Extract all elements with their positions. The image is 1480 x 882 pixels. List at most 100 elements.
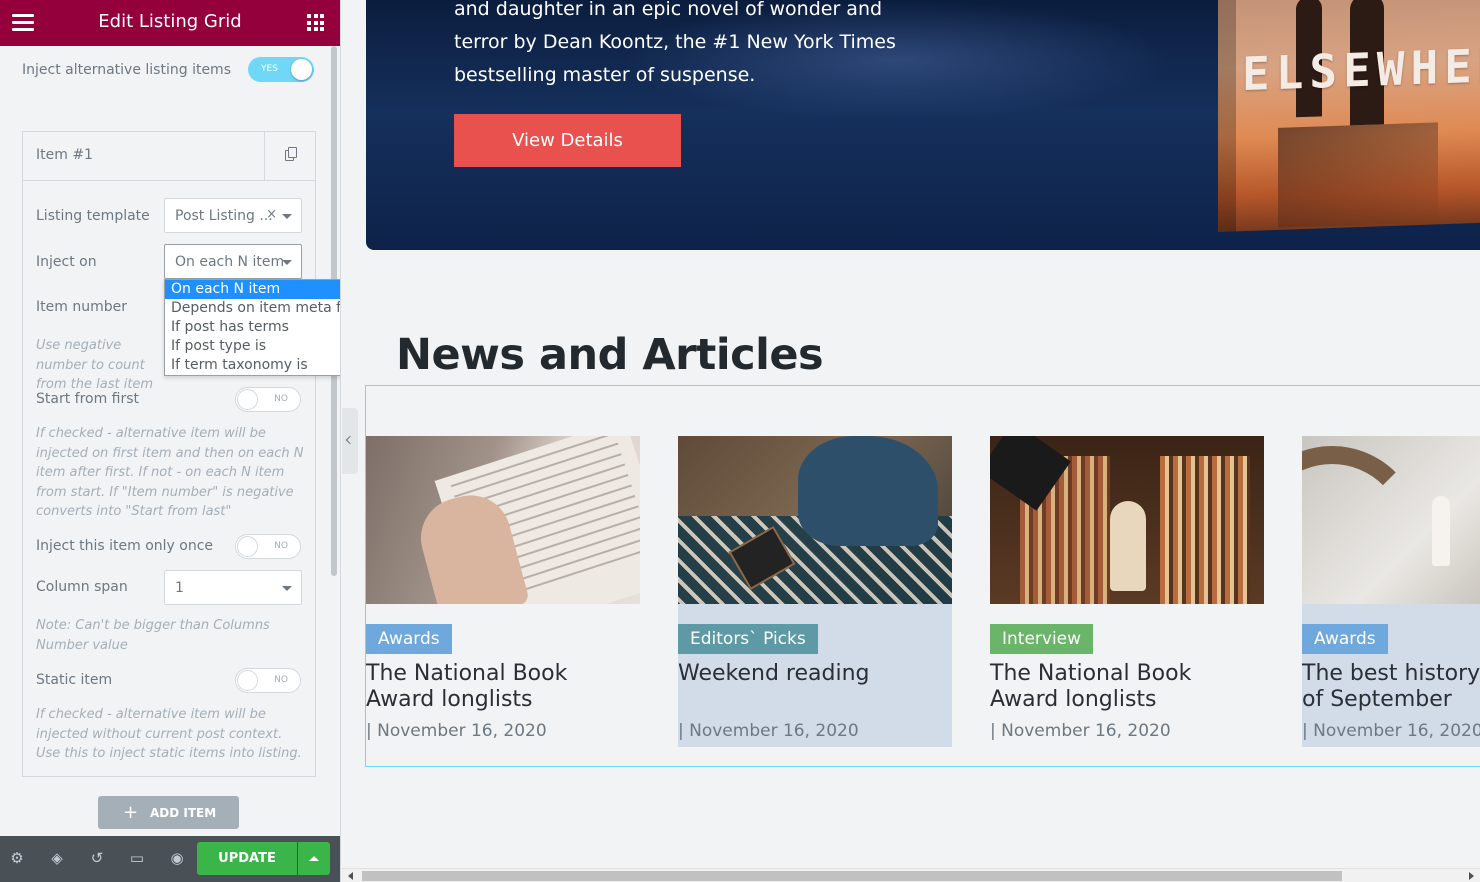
add-item-button[interactable]: + ADD ITEM <box>98 796 239 829</box>
inject-on-select[interactable]: On each N item <box>164 244 302 279</box>
toggle-state-text: YES <box>261 64 278 74</box>
toggle-state-text: NO <box>274 675 288 685</box>
dropdown-option[interactable]: If term taxonomy is <box>165 356 340 375</box>
settings-icon[interactable]: ⚙ <box>7 849 27 869</box>
panel-header: Edit Listing Grid <box>0 0 340 46</box>
static-item-label: Static item <box>36 672 113 688</box>
category-badge[interactable]: Interview <box>990 624 1094 654</box>
view-details-button[interactable]: View Details <box>454 114 681 167</box>
listing-card[interactable]: Awards The National Book Award longlists… <box>366 436 640 747</box>
listing-template-value: Post Listing ... <box>175 208 273 224</box>
scroll-left-arrow-icon[interactable] <box>348 872 353 880</box>
static-item-note: If checked - alternative item will be in… <box>36 707 302 761</box>
hero-description-line: terror by Dean Koontz, the #1 New York T… <box>454 31 896 53</box>
start-from-first-note: If checked - alternative item will be in… <box>36 426 304 519</box>
scrollbar-thumb[interactable] <box>362 871 1342 881</box>
card-thumbnail[interactable] <box>366 436 640 604</box>
listing-template-label: Listing template <box>36 208 150 224</box>
book-cover-image: ELSEWHERE <box>1218 0 1480 233</box>
collapse-panel-handle[interactable] <box>342 408 358 474</box>
update-options-button[interactable] <box>298 842 330 875</box>
column-span-label: Column span <box>36 579 128 595</box>
clear-selection-icon[interactable]: × <box>266 207 277 222</box>
card-date: | November 16, 2020 <box>990 721 1171 741</box>
add-item-label: ADD ITEM <box>150 806 217 820</box>
book-cover-title: ELSEWHERE <box>1242 36 1480 102</box>
responsive-icon[interactable]: ▭ <box>127 849 147 869</box>
static-item-toggle[interactable]: NO <box>235 668 301 693</box>
scroll-right-arrow-icon[interactable] <box>1469 872 1474 880</box>
update-button[interactable]: UPDATE <box>197 842 297 875</box>
item-number-note: Use negative number to count from the la… <box>36 338 154 392</box>
card-title-line: The National Book <box>990 661 1192 686</box>
toggle-state-text: NO <box>274 394 288 404</box>
repeater-item-header[interactable]: Item #1 <box>23 132 315 181</box>
hero-description: and daughter in an epic novel of wonder … <box>454 0 924 92</box>
preview-canvas: and daughter in an epic novel of wonder … <box>342 0 1480 882</box>
column-span-note: Note: Can't be bigger than Columns Numbe… <box>36 618 270 653</box>
category-badge[interactable]: Editors` Picks <box>678 624 818 654</box>
inject-on-dropdown: On each N item Depends on item meta fiel… <box>164 279 340 376</box>
card-date: | November 16, 2020 <box>366 721 547 741</box>
panel-footer: ⚙ ◈ ↺ ▭ ◉ UPDATE <box>0 836 340 882</box>
category-badge[interactable]: Awards <box>366 624 452 654</box>
listing-card-alternative[interactable]: Editors` Picks Weekend reading | Novembe… <box>678 436 952 747</box>
layers-icon[interactable]: ◈ <box>47 849 67 869</box>
card-thumbnail[interactable] <box>990 436 1264 604</box>
plus-icon: + <box>123 802 139 823</box>
start-from-first-label: Start from first <box>36 391 140 407</box>
card-date: | November 16, 2020 <box>1302 721 1480 741</box>
dropdown-option[interactable]: Depends on item meta field value <box>165 299 340 318</box>
inject-once-label: Inject this item only once <box>36 538 214 554</box>
card-thumbnail[interactable] <box>1302 436 1480 604</box>
card-title[interactable]: Weekend reading <box>678 661 958 687</box>
repeater-item-title: Item #1 <box>36 147 93 163</box>
start-from-first-toggle[interactable]: NO <box>235 387 301 412</box>
card-title-line: of September <box>1302 687 1452 712</box>
card-title-line: Weekend reading <box>678 661 870 686</box>
toggle-knob <box>237 536 258 557</box>
chevron-down-icon <box>282 214 292 219</box>
hero-description-line: and daughter in an epic novel of wonder … <box>454 0 883 20</box>
listing-grid: Awards The National Book Award longlists… <box>365 385 1480 767</box>
duplicate-item-icon[interactable] <box>264 132 315 180</box>
panel-title: Edit Listing Grid <box>98 11 242 32</box>
dropdown-option[interactable]: If post has terms <box>165 318 340 337</box>
card-date: | November 16, 2020 <box>678 721 859 741</box>
listing-card-alternative[interactable]: Awards The best history of September | N… <box>1302 436 1480 747</box>
category-badge[interactable]: Awards <box>1302 624 1388 654</box>
history-icon[interactable]: ↺ <box>87 849 107 869</box>
preview-eye-icon[interactable]: ◉ <box>167 849 187 869</box>
card-title-line: Award longlists <box>990 687 1157 712</box>
card-title[interactable]: The National Book Award longlists <box>366 661 646 713</box>
dropdown-option[interactable]: If post type is <box>165 337 340 356</box>
inject-once-toggle[interactable]: NO <box>235 534 301 559</box>
inject-on-label: Inject on <box>36 254 97 270</box>
hero-description-line: bestselling master of suspense. <box>454 64 756 86</box>
inject-alternative-toggle[interactable]: YES <box>248 57 314 82</box>
editor-panel: Edit Listing Grid Inject alternative lis… <box>0 0 341 882</box>
widgets-grid-icon[interactable] <box>307 14 324 31</box>
listing-template-select[interactable]: Post Listing ... × <box>164 198 302 233</box>
chevron-down-icon <box>282 586 292 591</box>
hero-banner: and daughter in an epic novel of wonder … <box>366 0 1480 250</box>
toggle-knob <box>291 59 312 80</box>
inject-on-value: On each N item <box>175 254 285 270</box>
card-title-line: The National Book <box>366 661 568 686</box>
column-span-value: 1 <box>175 580 184 596</box>
toggle-state-text: NO <box>274 541 288 551</box>
caret-up-icon <box>309 856 319 861</box>
horizontal-scrollbar[interactable] <box>342 868 1480 882</box>
toggle-knob <box>237 670 258 691</box>
card-thumbnail[interactable] <box>678 436 952 604</box>
card-title-line: The best history <box>1302 661 1480 686</box>
chevron-down-icon <box>282 260 292 265</box>
column-span-select[interactable]: 1 <box>164 570 302 605</box>
item-number-label: Item number <box>36 299 127 315</box>
dropdown-option[interactable]: On each N item <box>165 280 340 299</box>
listing-card[interactable]: Interview The National Book Award longli… <box>990 436 1264 747</box>
section-title: News and Articles <box>396 330 824 380</box>
card-title[interactable]: The best history of September <box>1302 661 1480 713</box>
toggle-knob <box>237 389 258 410</box>
card-title[interactable]: The National Book Award longlists <box>990 661 1270 713</box>
